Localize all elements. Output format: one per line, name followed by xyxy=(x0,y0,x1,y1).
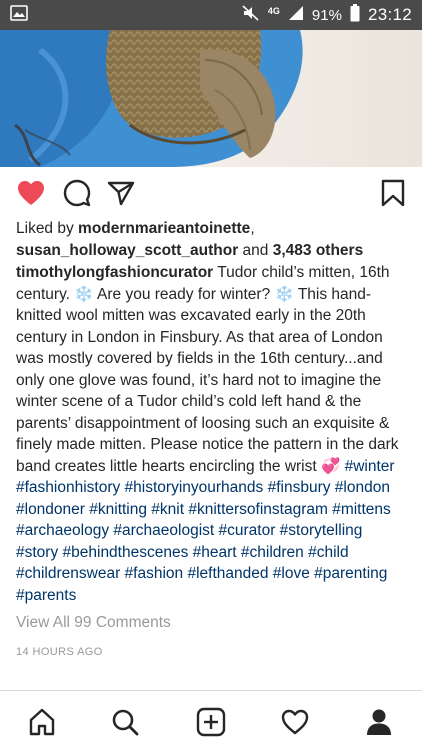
signal-icon xyxy=(288,5,304,25)
post-actions xyxy=(0,170,422,214)
battery-icon xyxy=(350,4,360,26)
search-icon[interactable] xyxy=(108,705,142,739)
mute-icon xyxy=(242,5,260,25)
view-all-comments-link[interactable]: View All 99 Comments xyxy=(16,612,408,634)
status-clock: 23:12 xyxy=(367,5,412,24)
add-icon[interactable] xyxy=(194,705,228,739)
profile-icon[interactable] xyxy=(362,705,396,739)
caption-text: Tudor child’s mitten, 16th century. ❄️ A… xyxy=(16,264,399,475)
post-photo[interactable] xyxy=(0,30,422,167)
post-timestamp: 14 HOURS AGO xyxy=(16,645,103,658)
heart-filled-icon[interactable] xyxy=(16,178,46,208)
caption-hashtags[interactable]: #winter #fashionhistory #historyinyourha… xyxy=(16,458,395,604)
comment-icon[interactable] xyxy=(62,178,92,208)
post-content: Liked by modernmarieantoinette, susan_ho… xyxy=(16,218,408,663)
caption-username[interactable]: timothylongfashioncurator xyxy=(16,264,213,281)
activity-heart-icon[interactable] xyxy=(278,705,312,739)
status-bar: 4G 91% 23:12 xyxy=(0,0,422,30)
network-type: 4G xyxy=(267,6,280,16)
and-label: and xyxy=(238,241,273,259)
liker-separator: , xyxy=(250,220,255,237)
post-caption: timothylongfashioncurator Tudor child’s … xyxy=(16,262,408,606)
liked-by-label: Liked by xyxy=(16,220,79,237)
others-count[interactable]: 3,483 others xyxy=(273,242,363,259)
send-icon[interactable] xyxy=(106,178,136,208)
likes-summary[interactable]: Liked by modernmarieantoinette, susan_ho… xyxy=(16,218,408,261)
liker-username[interactable]: modernmarieantoinette xyxy=(78,220,250,237)
bookmark-icon[interactable] xyxy=(378,178,408,208)
home-icon[interactable] xyxy=(25,705,59,739)
battery-percentage: 91% xyxy=(311,6,342,24)
gallery-notification-icon xyxy=(10,5,28,25)
bottom-navigation xyxy=(0,690,422,750)
liker-username[interactable]: susan_holloway_scott_author xyxy=(16,242,238,259)
